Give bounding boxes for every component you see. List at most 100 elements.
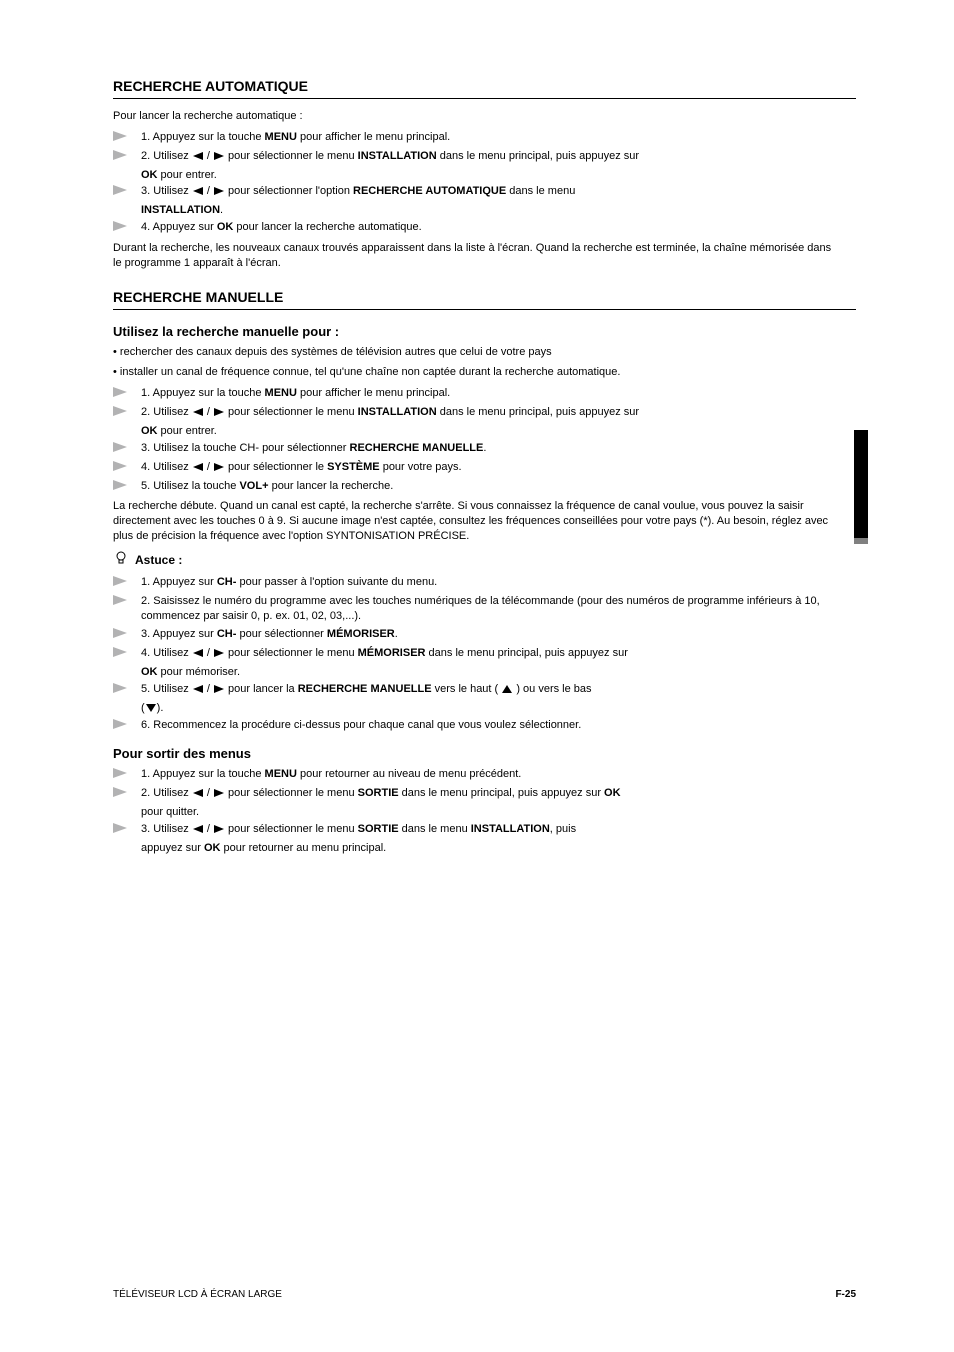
chevron-right-icon: [113, 786, 141, 797]
triangle-right-icon: [214, 408, 224, 416]
chevron-right-icon: [113, 822, 141, 833]
chevron-right-icon: [113, 767, 141, 778]
step-text-continue: OK pour mémoriser.: [141, 665, 841, 680]
step-text-continue: appuyez sur OK pour retourner au menu pr…: [141, 841, 841, 856]
section-title: RECHERCHE AUTOMATIQUE: [113, 78, 856, 94]
outro-text: Durant la recherche, les nouveaux canaux…: [113, 241, 833, 271]
step-item: 3. Utilisez / pour sélectionner le menu …: [113, 822, 856, 837]
step-item: 4. Utilisez / pour sélectionner le SYSTÈ…: [113, 460, 856, 475]
triangle-left-icon: [193, 685, 203, 693]
section-title: RECHERCHE MANUELLE: [113, 289, 856, 305]
intro-text: Pour lancer la recherche automatique :: [113, 109, 833, 124]
triangle-right-icon: [214, 463, 224, 471]
page-footer: TÉLÉVISEUR LCD À ÉCRAN LARGE F-25: [113, 1289, 856, 1300]
step-text: 1. Appuyez sur CH- pour passer à l'optio…: [141, 575, 437, 590]
sub-line: • installer un canal de fréquence connue…: [113, 365, 833, 380]
triangle-left-icon: [193, 649, 203, 657]
chevron-right-icon: [113, 718, 141, 729]
divider: [113, 98, 856, 99]
side-tab-marker: [854, 430, 868, 538]
chevron-right-icon: [113, 460, 141, 471]
step-item: 3. Utilisez / pour sélectionner l'option…: [113, 184, 856, 199]
step-item: 2. Utilisez / pour sélectionner le menu …: [113, 786, 856, 801]
chevron-right-icon: [113, 627, 141, 638]
lightbulb-icon: [113, 550, 135, 571]
chevron-right-icon: [113, 479, 141, 490]
step-text-continue: INSTALLATION.: [141, 203, 841, 218]
triangle-left-icon: [193, 152, 203, 160]
chevron-right-icon: [113, 575, 141, 586]
triangle-down-icon: [146, 704, 156, 712]
step-item: 1. Appuyez sur la touche MENU pour retou…: [113, 767, 856, 782]
chevron-right-icon: [113, 149, 141, 160]
step-text: 1. Appuyez sur la touche MENU pour retou…: [141, 767, 521, 782]
step-item: 5. Utilisez / pour lancer la RECHERCHE M…: [113, 682, 856, 697]
step-text-continue: pour quitter.: [141, 805, 841, 820]
triangle-right-icon: [214, 685, 224, 693]
step-item: 2. Saisissez le numéro du programme avec…: [113, 594, 856, 624]
chevron-right-icon: [113, 405, 141, 416]
step-item: 3. Appuyez sur CH- pour sélectionner MÉM…: [113, 627, 856, 642]
step-item: 1. Appuyez sur CH- pour passer à l'optio…: [113, 575, 856, 590]
step-text: 3. Utilisez la touche CH- pour sélection…: [141, 441, 486, 456]
subsection-title: Utilisez la recherche manuelle pour :: [113, 324, 856, 339]
triangle-right-icon: [214, 789, 224, 797]
triangle-left-icon: [193, 789, 203, 797]
chevron-right-icon: [113, 220, 141, 231]
subsection-title: Pour sortir des menus: [113, 746, 856, 761]
step-text: 3. Utilisez / pour sélectionner le menu …: [141, 822, 576, 837]
triangle-right-icon: [214, 152, 224, 160]
step-text: 2. Utilisez / pour sélectionner le menu …: [141, 149, 639, 164]
step-item: 3. Utilisez la touche CH- pour sélection…: [113, 441, 856, 456]
step-text-continue: OK pour entrer.: [141, 424, 841, 439]
step-text: 2. Utilisez / pour sélectionner le menu …: [141, 786, 621, 801]
chevron-right-icon: [113, 386, 141, 397]
divider: [113, 309, 856, 310]
step-text: 4. Utilisez / pour sélectionner le menu …: [141, 646, 628, 661]
triangle-left-icon: [193, 408, 203, 416]
tip-label: Astuce :: [135, 553, 182, 567]
footer-page-number: F-25: [835, 1289, 856, 1300]
chevron-right-icon: [113, 184, 141, 195]
step-item: 2. Utilisez / pour sélectionner le menu …: [113, 149, 856, 164]
step-item: 6. Recommencez la procédure ci-dessus po…: [113, 718, 856, 733]
triangle-right-icon: [214, 825, 224, 833]
chevron-right-icon: [113, 682, 141, 693]
footer-left-text: TÉLÉVISEUR LCD À ÉCRAN LARGE: [113, 1289, 282, 1300]
step-text: 2. Utilisez / pour sélectionner le menu …: [141, 405, 639, 420]
section-manual-search: RECHERCHE MANUELLE Utilisez la recherche…: [113, 289, 856, 856]
step-item: 4. Appuyez sur OK pour lancer la recherc…: [113, 220, 856, 235]
triangle-right-icon: [214, 187, 224, 195]
triangle-left-icon: [193, 825, 203, 833]
step-text: 5. Utilisez la touche VOL+ pour lancer l…: [141, 479, 393, 494]
triangle-left-icon: [193, 463, 203, 471]
chevron-right-icon: [113, 130, 141, 141]
step-text: 3. Utilisez / pour sélectionner l'option…: [141, 184, 575, 199]
standalone-paragraph: La recherche débute. Quand un canal est …: [113, 499, 833, 544]
step-item: 2. Utilisez / pour sélectionner le menu …: [113, 405, 856, 420]
step-item: 1. Appuyez sur la touche MENU pour affic…: [113, 386, 856, 401]
chevron-right-icon: [113, 441, 141, 452]
chevron-right-icon: [113, 594, 141, 605]
sub-line: • rechercher des canaux depuis des systè…: [113, 345, 833, 360]
step-text-continue: ().: [141, 701, 841, 716]
step-item: 1. Appuyez sur la touche MENU pour affic…: [113, 130, 856, 145]
step-text: 3. Appuyez sur CH- pour sélectionner MÉM…: [141, 627, 398, 642]
step-text: 1. Appuyez sur la touche MENU pour affic…: [141, 386, 450, 401]
side-tab-marker-shadow: [854, 538, 868, 544]
chevron-right-icon: [113, 646, 141, 657]
step-text: 6. Recommencez la procédure ci-dessus po…: [141, 718, 581, 733]
triangle-left-icon: [193, 187, 203, 195]
step-text: 4. Utilisez / pour sélectionner le SYSTÈ…: [141, 460, 462, 475]
step-text: 2. Saisissez le numéro du programme avec…: [141, 594, 841, 624]
triangle-up-icon: [502, 685, 512, 693]
step-item: 4. Utilisez / pour sélectionner le menu …: [113, 646, 856, 661]
step-text: 1. Appuyez sur la touche MENU pour affic…: [141, 130, 450, 145]
step-item: 5. Utilisez la touche VOL+ pour lancer l…: [113, 479, 856, 494]
triangle-right-icon: [214, 649, 224, 657]
step-text: 4. Appuyez sur OK pour lancer la recherc…: [141, 220, 422, 235]
tip-row: Astuce :: [113, 550, 856, 571]
step-text-continue: OK pour entrer.: [141, 168, 841, 183]
step-text: 5. Utilisez / pour lancer la RECHERCHE M…: [141, 682, 592, 697]
section-auto-search: RECHERCHE AUTOMATIQUE Pour lancer la rec…: [113, 78, 856, 271]
